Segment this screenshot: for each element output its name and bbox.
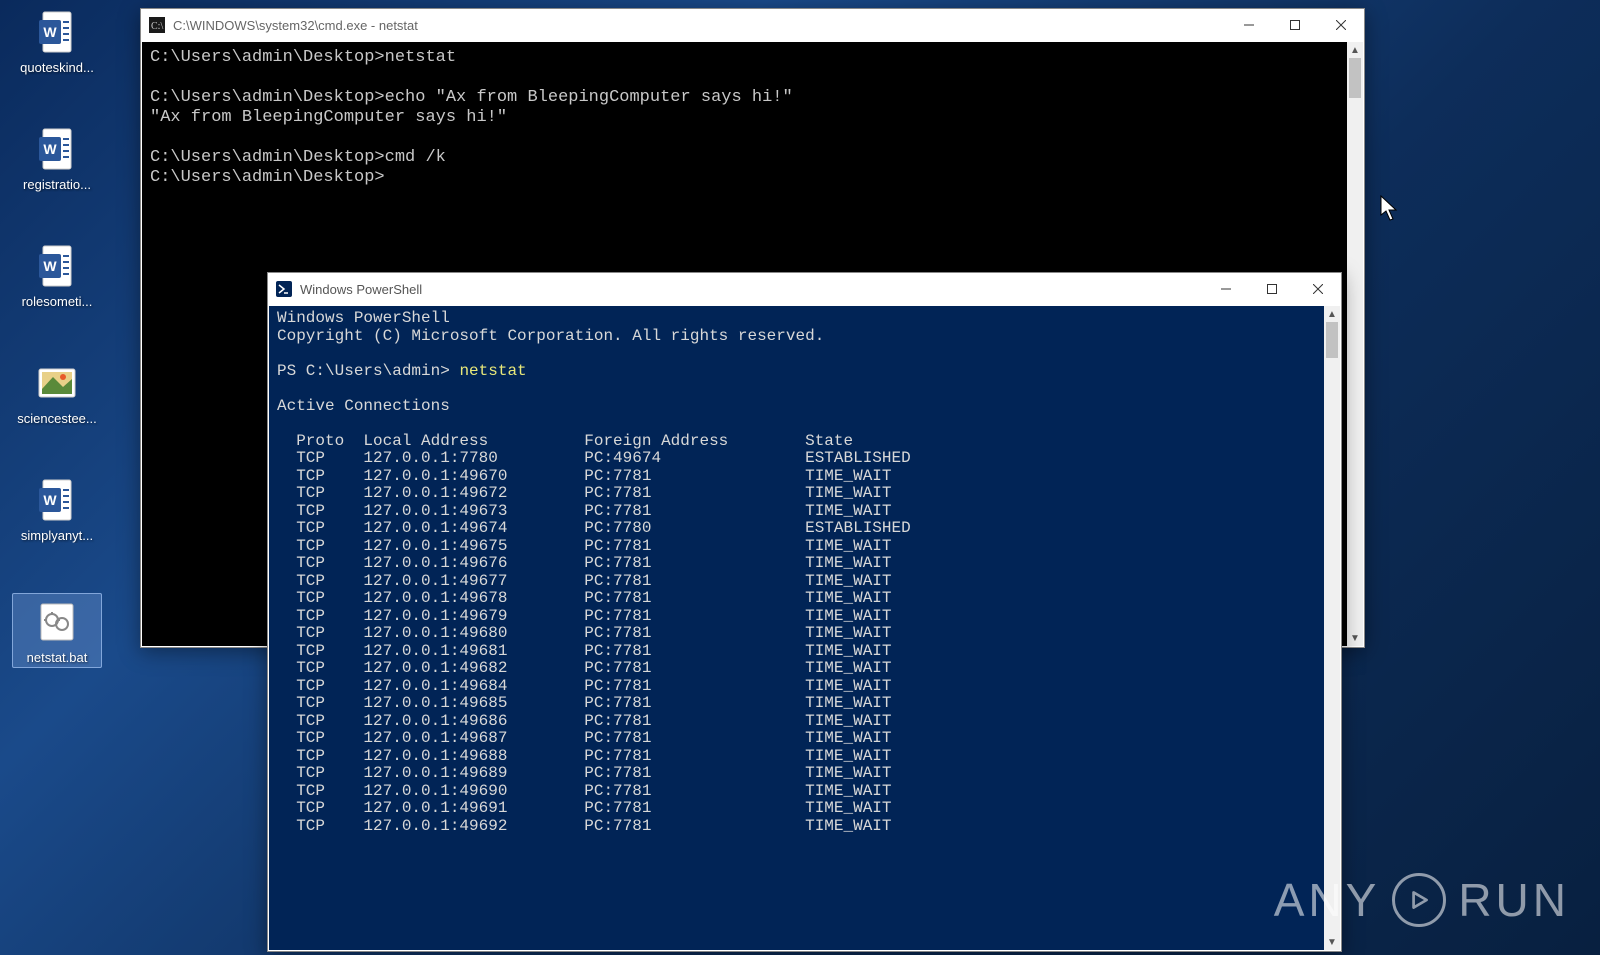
svg-text:W: W [43,492,57,508]
powershell-window[interactable]: Windows PowerShell Windows PowerShell Co… [267,272,1342,952]
mouse-cursor [1380,195,1400,228]
scroll-up-icon[interactable]: ▲ [1347,42,1363,58]
svg-text:C:\: C:\ [151,21,163,32]
scroll-down-icon[interactable]: ▼ [1324,934,1340,950]
watermark-left: ANY [1274,873,1381,927]
watermark-right: RUN [1458,873,1570,927]
file-icon [33,359,81,407]
cmd-maximize-button[interactable] [1272,9,1318,41]
ps-titlebar[interactable]: Windows PowerShell [268,273,1341,305]
file-icon: W [33,125,81,173]
powershell-icon [276,281,292,297]
play-icon [1392,873,1446,927]
icon-label: rolesometi... [12,294,102,309]
file-icon: W [33,8,81,56]
file-icon: W [33,476,81,524]
file-icon [33,598,81,646]
ps-minimize-button[interactable] [1203,273,1249,305]
icon-label: netstat.bat [15,650,99,665]
file-icon: W [33,242,81,290]
icon-label: registratio... [12,177,102,192]
desktop-icon-0[interactable]: Wquoteskind... [12,8,102,75]
cmd-title: C:\WINDOWS\system32\cmd.exe - netstat [173,18,1226,33]
desktop-icon-4[interactable]: Wsimplyanyt... [12,476,102,543]
ps-title: Windows PowerShell [300,282,1203,297]
cmd-minimize-button[interactable] [1226,9,1272,41]
cmd-titlebar[interactable]: C:\ C:\WINDOWS\system32\cmd.exe - netsta… [141,9,1364,41]
svg-text:W: W [43,141,57,157]
desktop-icon-3[interactable]: sciencestee... [12,359,102,426]
svg-text:W: W [43,258,57,274]
svg-text:W: W [43,24,57,40]
ps-console[interactable]: Windows PowerShell Copyright (C) Microso… [269,306,1324,950]
ps-scrollbar[interactable]: ▲ ▼ [1324,306,1340,950]
icon-label: quoteskind... [12,60,102,75]
icon-label: simplyanyt... [12,528,102,543]
desktop-icons: Wquoteskind...Wregistratio...Wrolesometi… [12,8,122,718]
ps-maximize-button[interactable] [1249,273,1295,305]
scroll-thumb[interactable] [1326,322,1338,358]
desktop-icon-2[interactable]: Wrolesometi... [12,242,102,309]
cmd-close-button[interactable] [1318,9,1364,41]
watermark: ANY RUN [1274,873,1570,927]
scroll-thumb[interactable] [1349,58,1361,98]
desktop-icon-1[interactable]: Wregistratio... [12,125,102,192]
ps-close-button[interactable] [1295,273,1341,305]
cmd-scrollbar[interactable]: ▲ ▼ [1347,42,1363,646]
scroll-up-icon[interactable]: ▲ [1324,306,1340,322]
cmd-icon: C:\ [149,17,165,33]
scroll-down-icon[interactable]: ▼ [1347,630,1363,646]
desktop-icon-5[interactable]: netstat.bat [12,593,102,668]
icon-label: sciencestee... [12,411,102,426]
